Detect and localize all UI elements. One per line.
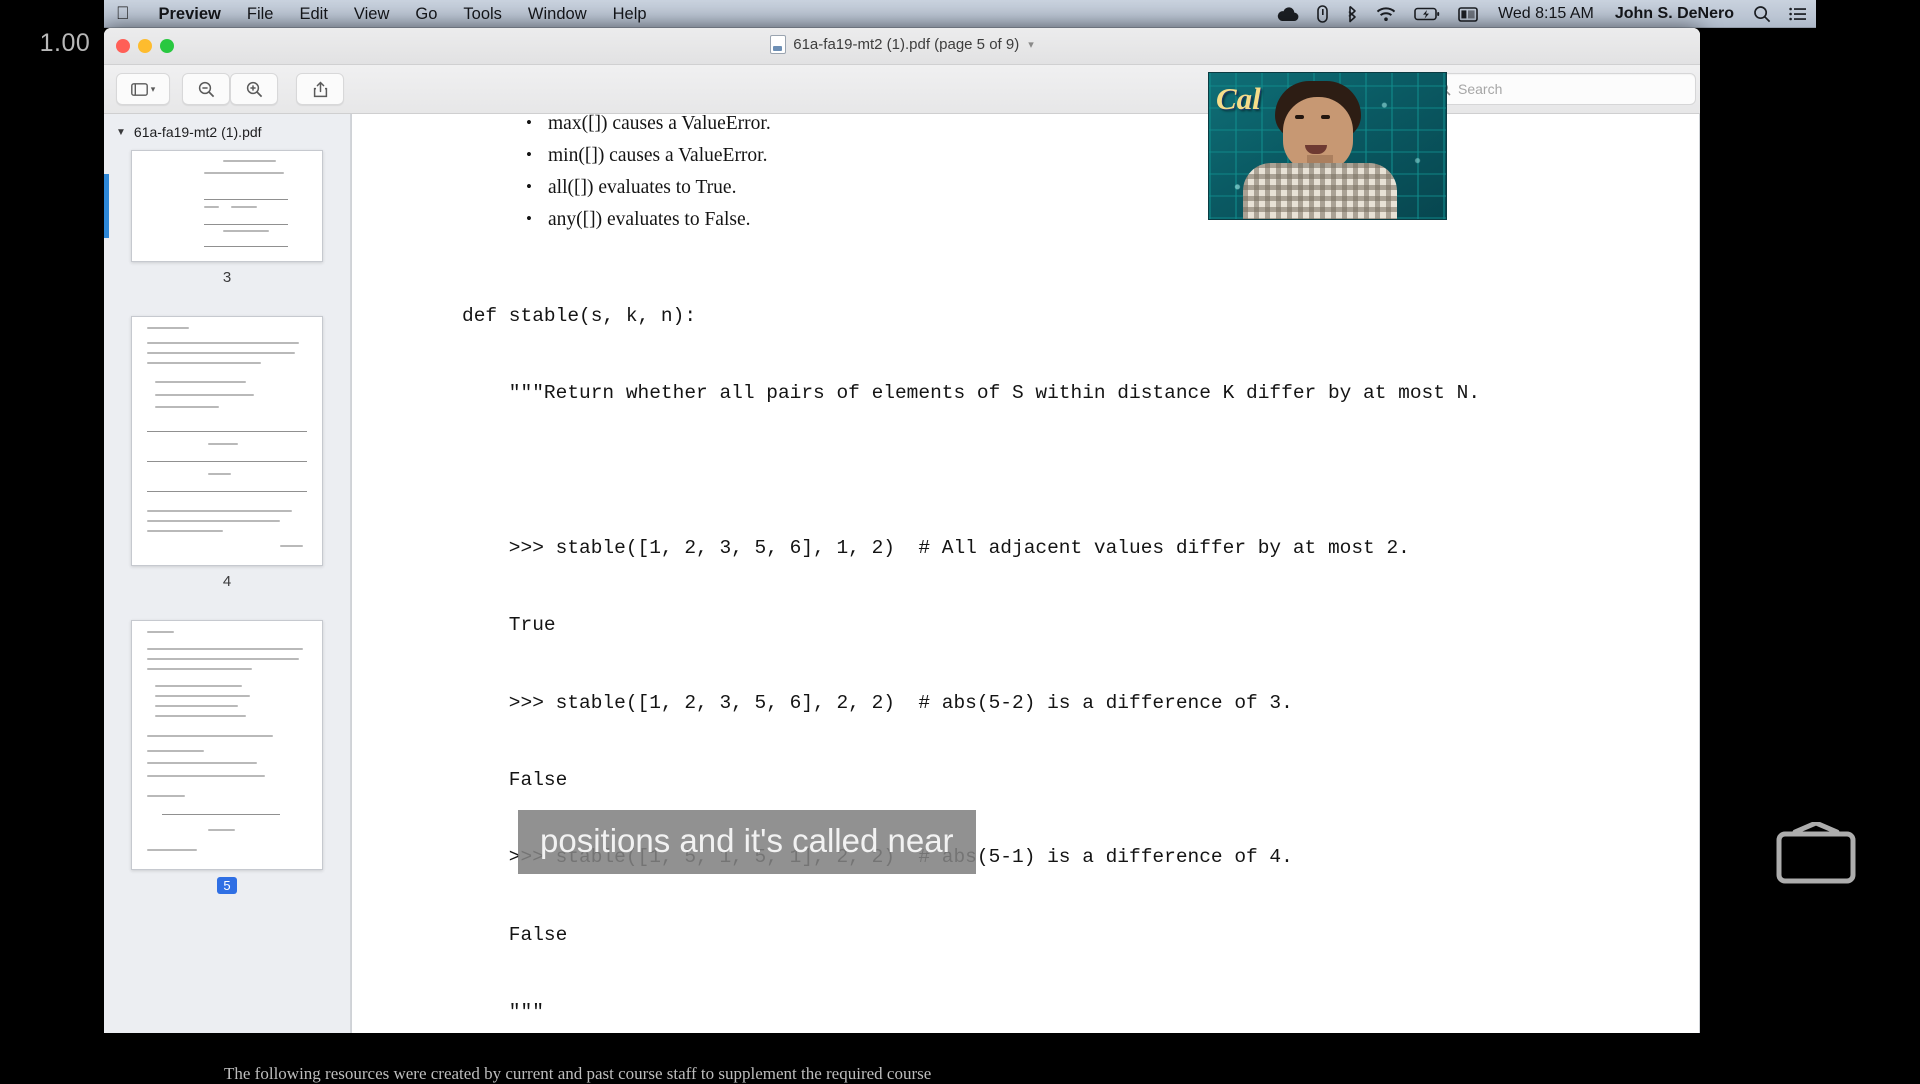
eye-left — [1295, 115, 1304, 119]
menu-item-tools[interactable]: Tools — [450, 5, 515, 24]
sidebar-document-header[interactable]: ▼ 61a-fa19-mt2 (1).pdf — [104, 114, 350, 146]
zoom-in-button[interactable] — [230, 73, 278, 105]
tv-icon[interactable] — [1775, 822, 1857, 884]
menu-item-window[interactable]: Window — [515, 5, 600, 24]
spotlight-search-icon[interactable] — [1744, 5, 1780, 23]
window-title-text: 61a-fa19-mt2 (1).pdf (page 5 of 9) — [793, 36, 1020, 53]
notification-center-icon[interactable] — [1780, 7, 1816, 21]
eye-right — [1321, 115, 1330, 119]
thumbnail-page-number: 3 — [222, 269, 232, 286]
bluetooth-icon[interactable] — [1337, 5, 1367, 23]
menu-item-file[interactable]: File — [234, 5, 287, 24]
macos-menubar:  Preview File Edit View Go Tools Window… — [104, 0, 1816, 28]
menubar-clock[interactable]: Wed 8:15 AM — [1487, 5, 1605, 23]
chevron-down-icon[interactable]: ▾ — [1028, 38, 1034, 51]
preview-toolbar: ▾ ▾ Search — [104, 65, 1700, 114]
search-placeholder: Search — [1458, 81, 1503, 97]
code-line: >>> stable([1, 2, 3, 5, 6], 1, 2) # All … — [462, 536, 1410, 559]
code-block: def stable(s, k, n): """Return whether a… — [462, 252, 1699, 1033]
pdf-view[interactable]: max([]) causes a ValueError. min([]) cau… — [351, 114, 1700, 1033]
apple-icon[interactable]:  — [116, 4, 130, 22]
code-line: False — [462, 768, 568, 791]
page-thumbnail[interactable] — [131, 150, 323, 262]
code-line: >>> stable([1, 2, 3, 5, 6], 2, 2) # abs(… — [462, 691, 1293, 714]
code-line: def stable(s, k, n): — [462, 304, 697, 327]
code-line: True — [462, 614, 556, 637]
sidebar-toggle-button[interactable]: ▾ — [116, 73, 170, 105]
menu-item-preview[interactable]: Preview — [146, 5, 234, 24]
battery-charging-icon[interactable] — [1405, 7, 1449, 21]
disclosure-triangle-icon[interactable]: ▼ — [116, 127, 126, 138]
window-body: ▼ 61a-fa19-mt2 (1).pdf 3 4 5 • max([]) c… — [104, 114, 1700, 1033]
menubar-username[interactable]: John S. DeNero — [1605, 5, 1744, 23]
search-field[interactable]: Search — [1426, 73, 1696, 105]
window-titlebar: 61a-fa19-mt2 (1).pdf (page 5 of 9) ▾ — [104, 28, 1700, 65]
sidebar-selection-accent — [104, 174, 109, 238]
person-figure — [1243, 81, 1397, 219]
screen-recording-icon[interactable] — [1449, 6, 1487, 22]
share-button[interactable] — [296, 73, 344, 105]
list-item: any([]) evaluates to False. — [526, 203, 1699, 236]
menu-item-help[interactable]: Help — [600, 5, 660, 24]
list-item: min([]) causes a ValueError. — [526, 139, 1699, 172]
menu-item-go[interactable]: Go — [402, 5, 450, 24]
menu-item-edit[interactable]: Edit — [286, 5, 340, 24]
instructor-webcam[interactable]: Cal — [1208, 72, 1447, 220]
playback-speed-badge[interactable]: 1.00 — [28, 26, 102, 60]
code-line: """Return whether all pairs of elements … — [462, 381, 1481, 404]
chevron-down-icon[interactable]: ▾ — [151, 84, 156, 95]
code-line: """ — [462, 1001, 544, 1024]
sidebar-document-name: 61a-fa19-mt2 (1).pdf — [133, 124, 262, 140]
bullet-list: max([]) causes a ValueError. min([]) cau… — [526, 114, 1699, 236]
thumbnail-page-number: 4 — [222, 573, 232, 590]
paperclip-icon[interactable] — [1308, 5, 1337, 23]
page-thumbnail[interactable] — [131, 316, 323, 566]
list-item: all([]) evaluates to True. — [526, 171, 1699, 204]
preview-window: 61a-fa19-mt2 (1).pdf (page 5 of 9) ▾ ▾ ▾ — [104, 28, 1700, 1033]
thumbnail-item-4[interactable]: 4 — [104, 316, 350, 616]
pdf-document-icon — [770, 35, 787, 54]
thumbnail-sidebar[interactable]: ▼ 61a-fa19-mt2 (1).pdf 3 4 5 — [104, 114, 351, 1033]
cal-logo: Cal — [1216, 81, 1261, 116]
menu-item-view[interactable]: View — [341, 5, 402, 24]
wifi-icon[interactable] — [1367, 7, 1405, 22]
zoom-out-button[interactable] — [182, 73, 230, 105]
window-title: 61a-fa19-mt2 (1).pdf (page 5 of 9) ▾ — [104, 35, 1700, 54]
page-thumbnail[interactable] — [131, 620, 323, 870]
pdf-page-content: max([]) causes a ValueError. min([]) cau… — [352, 114, 1699, 1033]
pdf-page: max([]) causes a ValueError. min([]) cau… — [352, 114, 1699, 1033]
thumbnail-item-3[interactable]: 3 — [104, 150, 350, 312]
cloud-icon[interactable] — [1268, 6, 1308, 22]
plaid-shirt — [1243, 163, 1397, 219]
caption-bar: positions and it's called near — [518, 810, 976, 874]
list-item: max([]) causes a ValueError. — [526, 114, 1699, 140]
thumbnail-item-5[interactable]: 5 — [104, 620, 350, 920]
caption-text: positions and it's called near — [540, 822, 954, 859]
thumbnail-page-number-selected: 5 — [217, 877, 237, 894]
video-player-screen: 1.00  Preview File Edit View Go Tools W… — [0, 0, 1920, 1083]
code-line: False — [462, 923, 568, 946]
background-bottom-note: The following resources were created by … — [224, 1064, 932, 1083]
